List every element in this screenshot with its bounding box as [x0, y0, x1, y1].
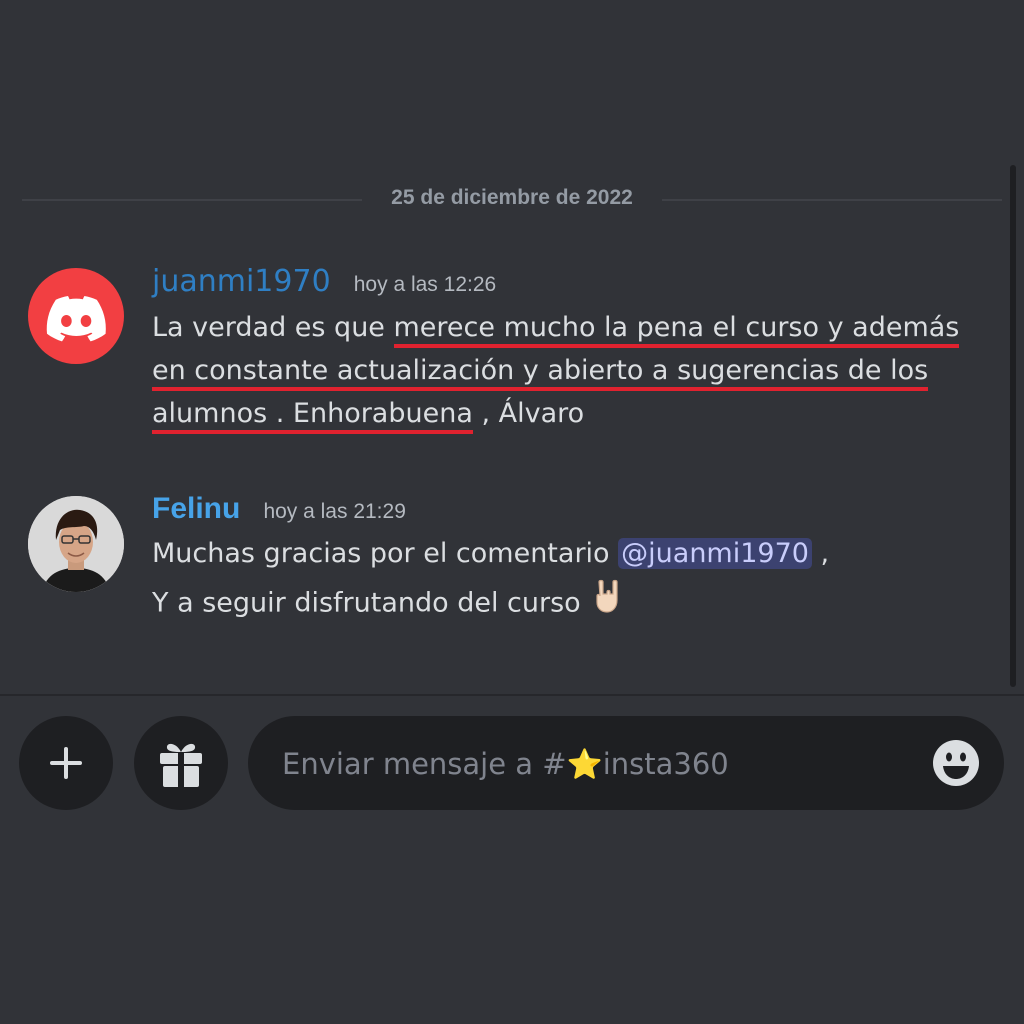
date-divider: 25 de diciembre de 2022 [22, 183, 1002, 217]
user-mention[interactable]: @juanmi1970 [618, 538, 812, 569]
text-underlined: en constante actualización y abierto a s… [152, 355, 929, 391]
composer-separator [0, 694, 1024, 696]
gift-icon [160, 743, 202, 787]
avatar[interactable] [28, 496, 124, 592]
message-item: Felinu hoy a las 21:29 Muchas gracias po… [28, 490, 998, 630]
smiley-face-icon [933, 740, 979, 786]
discord-logo-icon [46, 296, 106, 342]
timestamp: hoy a las 12:26 [353, 273, 497, 296]
message-line: alumnos . Enhorabuena , Álvaro [152, 392, 998, 435]
message-line: La verdad es que merece mucho la pena el… [152, 306, 998, 349]
message-header: Felinu hoy a las 21:29 [152, 492, 406, 532]
text-plain: Muchas gracias por el comentario [152, 538, 619, 569]
divider-line-left [22, 199, 362, 201]
message-composer[interactable] [248, 716, 1004, 810]
text-plain: La verdad es que [152, 312, 394, 343]
divider-line-right [662, 199, 1002, 201]
message-input[interactable] [280, 738, 904, 790]
rock-on-hand-icon [593, 578, 625, 630]
message-line: Y a seguir disfrutando del curso [152, 578, 998, 630]
message-content: La verdad es que merece mucho la pena el… [152, 306, 998, 435]
message-header: juanmi1970 hoy a las 12:26 [152, 264, 496, 304]
chat-window: 25 de diciembre de 2022 juanmi1970 hoy a… [0, 0, 1024, 1024]
user-photo-avatar [28, 496, 124, 592]
message-line: en constante actualización y abierto a s… [152, 349, 998, 392]
message-line: Muchas gracias por el comentario @juanmi… [152, 530, 998, 578]
text-plain: Y a seguir disfrutando del curso [152, 587, 590, 619]
text-plain: , [811, 538, 830, 569]
username[interactable]: juanmi1970 [152, 264, 331, 299]
gift-button[interactable] [134, 716, 228, 810]
add-attachment-button[interactable] [19, 716, 113, 810]
text-plain: , Álvaro [472, 398, 585, 429]
text-underlined: alumnos . Enhorabuena [152, 398, 473, 434]
avatar[interactable] [28, 268, 124, 364]
timestamp: hoy a las 21:29 [263, 500, 406, 523]
scrollbar[interactable] [1010, 165, 1016, 687]
date-label: 25 de diciembre de 2022 [391, 186, 633, 209]
username[interactable]: Felinu [152, 492, 240, 525]
plus-icon [50, 747, 82, 779]
text-underlined: merece mucho la pena el curso y además [393, 312, 960, 348]
emoji-picker-button[interactable] [932, 739, 980, 787]
message-content: Muchas gracias por el comentario @juanmi… [152, 530, 998, 630]
message-item: juanmi1970 hoy a las 12:26 La verdad es … [28, 262, 998, 452]
